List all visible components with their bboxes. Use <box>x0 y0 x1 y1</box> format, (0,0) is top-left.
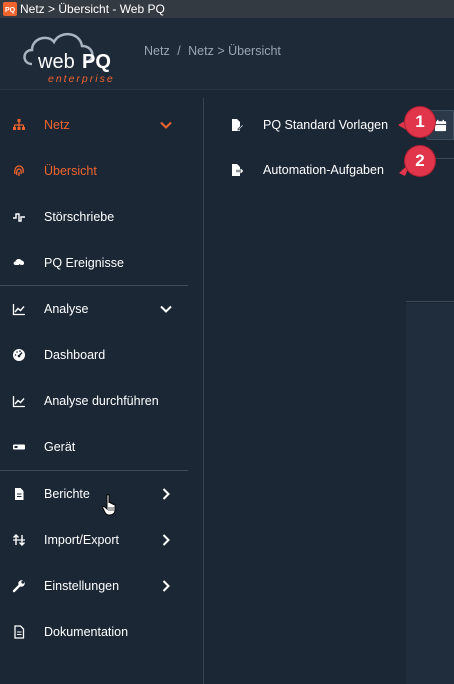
cloud-bolt-icon <box>13 259 25 270</box>
submenu-item-label: PQ Standard Vorlagen <box>263 118 389 132</box>
sidebar-item-einstellungen[interactable]: Einstellungen <box>0 566 204 606</box>
submenu-item-pq-standard-vorlagen[interactable]: PQ Standard Vorlagen <box>205 105 405 145</box>
line-chart-icon <box>12 396 25 408</box>
submenu-item-label: Automation-Aufgaben <box>263 163 384 177</box>
fingerprint-icon <box>14 165 24 176</box>
file-edit-icon <box>232 119 244 131</box>
sidebar-item-analyse-durchfuehren[interactable]: Analyse durchführen <box>0 381 204 421</box>
chevron-right-icon[interactable] <box>159 533 173 547</box>
sidebar-item-uebersicht[interactable]: Übersicht <box>0 151 204 191</box>
hand-cursor-icon <box>102 494 116 516</box>
chevron-down-icon[interactable] <box>159 302 173 316</box>
sidebar: Netz Übersicht Störschriebe PQ Ereigniss… <box>0 98 204 684</box>
sidebar-item-dokumentation[interactable]: Dokumentation <box>0 612 204 652</box>
arrows-icon <box>13 534 25 546</box>
waveform-icon <box>13 213 25 222</box>
document-icon <box>14 625 25 639</box>
breadcrumb-root[interactable]: Netz <box>144 44 170 58</box>
sidebar-divider <box>0 285 188 286</box>
callout-badge-1: 1 <box>405 107 435 137</box>
svg-text:PQ: PQ <box>5 7 16 14</box>
svg-text:enterprise: enterprise <box>48 73 115 85</box>
sidebar-item-label: Übersicht <box>44 164 97 178</box>
breadcrumb: Netz / Netz > Übersicht <box>144 44 285 58</box>
breadcrumb-current: Netz > Übersicht <box>188 44 281 58</box>
callout-badge-2: 2 <box>405 146 435 176</box>
chevron-right-icon[interactable] <box>159 579 173 593</box>
file-export-icon <box>232 164 244 176</box>
sidebar-item-geraet[interactable]: Gerät <box>0 427 204 467</box>
svg-text:PQ: PQ <box>82 51 111 73</box>
window-titlebar: PQ Netz > Übersicht - Web PQ <box>0 0 454 18</box>
file-icon <box>15 488 24 500</box>
content-area <box>406 98 454 684</box>
gauge-icon <box>13 349 25 361</box>
breadcrumb-separator: / <box>177 44 181 58</box>
sidebar-item-import-export[interactable]: Import/Export <box>0 520 204 560</box>
sidebar-divider <box>0 470 188 471</box>
netz-submenu: PQ Standard Vorlagen Automation-Aufgaben <box>205 98 405 684</box>
chevron-right-icon[interactable] <box>159 487 173 501</box>
sidebar-item-label: Dokumentation <box>44 625 129 639</box>
chevron-down-icon[interactable] <box>159 118 173 132</box>
sidebar-item-label: Import/Export <box>44 533 120 547</box>
sidebar-item-dashboard[interactable]: Dashboard <box>0 335 204 375</box>
sidebar-item-analyse[interactable]: Analyse <box>0 289 204 329</box>
sidebar-item-label: Einstellungen <box>44 579 120 593</box>
sidebar-item-label: PQ Ereignisse <box>44 256 124 270</box>
sidebar-item-label: Störschriebe <box>44 210 115 224</box>
webpq-logo[interactable]: web PQ enterprise <box>18 24 128 86</box>
svg-text:web: web <box>37 51 75 73</box>
webpq-app-icon: PQ <box>3 2 17 16</box>
sidebar-item-netz[interactable]: Netz <box>0 105 204 145</box>
sidebar-item-label: Analyse <box>44 302 89 316</box>
window-title: Netz > Übersicht - Web PQ <box>20 2 165 16</box>
line-chart-icon <box>12 304 25 316</box>
sitemap-icon <box>13 119 25 130</box>
sidebar-item-label: Netz <box>44 118 70 132</box>
sidebar-item-label: Berichte <box>44 487 90 501</box>
device-icon <box>13 444 25 450</box>
sidebar-item-stoerschriebe[interactable]: Störschriebe <box>0 197 204 237</box>
submenu-item-automation-aufgaben[interactable]: Automation-Aufgaben <box>205 150 405 190</box>
wrench-icon <box>12 580 25 593</box>
sidebar-item-label: Gerät <box>44 440 76 454</box>
sidebar-item-label: Dashboard <box>44 348 106 362</box>
app-header: web PQ enterprise Netz / Netz > Übersich… <box>0 18 454 90</box>
calendar-icon <box>434 119 447 132</box>
sidebar-item-label: Analyse durchführen <box>44 394 159 408</box>
sidebar-item-pq-ereignisse[interactable]: PQ Ereignisse <box>0 243 204 283</box>
content-divider <box>406 301 454 302</box>
